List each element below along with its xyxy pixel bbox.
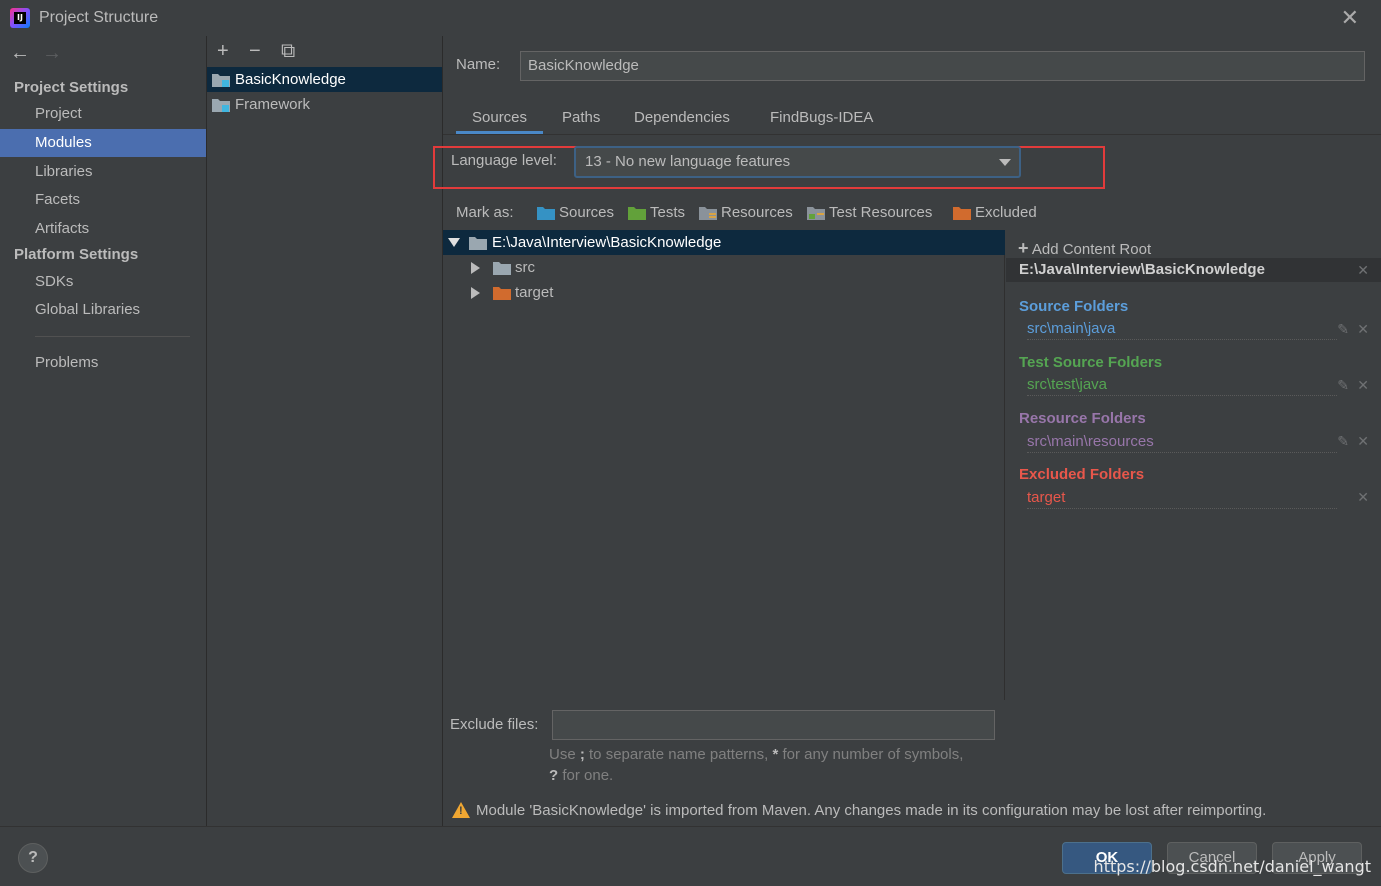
tab-findbugs[interactable]: FindBugs-IDEA bbox=[770, 106, 873, 134]
tree-label: src bbox=[515, 259, 535, 276]
module-label: BasicKnowledge bbox=[235, 71, 346, 88]
content-roots-panel: + Add Content Root E:\Java\Interview\Bas… bbox=[1006, 230, 1381, 790]
tree-row-target[interactable]: target bbox=[443, 280, 1005, 305]
edit-pencil-icon[interactable]: ✎ bbox=[1337, 377, 1349, 394]
sidebar-item-project[interactable]: Project bbox=[0, 100, 206, 128]
sidebar-item-modules[interactable]: Modules bbox=[0, 129, 206, 157]
tree-label: target bbox=[515, 284, 554, 301]
mark-as-label: Mark as: bbox=[456, 204, 514, 221]
excluded-folder-path[interactable]: target bbox=[1027, 489, 1337, 509]
module-item-basicknowledge[interactable]: BasicKnowledge bbox=[207, 67, 442, 92]
dialog-footer: ? OK Cancel Apply https://blog.csdn.net/… bbox=[0, 826, 1381, 886]
excluded-folder-icon bbox=[493, 287, 511, 300]
collapsed-arrow-icon[interactable] bbox=[471, 287, 480, 299]
back-arrow-icon[interactable]: ← bbox=[10, 42, 30, 64]
title-bar: IJ Project Structure ✕ bbox=[0, 0, 1381, 36]
intellij-logo-icon: IJ bbox=[10, 8, 30, 28]
tabs-divider bbox=[443, 134, 1381, 135]
forward-arrow-icon: → bbox=[42, 42, 62, 64]
folder-icon bbox=[493, 262, 511, 275]
module-list-panel: + − ⧉ BasicKnowledge Framework bbox=[207, 36, 443, 826]
test-resource-folder-icon bbox=[807, 207, 825, 220]
resource-folder-path[interactable]: src\main\resources bbox=[1027, 433, 1337, 453]
edit-pencil-icon[interactable]: ✎ bbox=[1337, 321, 1349, 338]
plus-icon: + bbox=[1018, 238, 1029, 258]
tab-paths[interactable]: Paths bbox=[562, 106, 600, 134]
resource-folders-header: Resource Folders bbox=[1019, 410, 1146, 427]
sidebar: ← → Project Settings Project Modules Libr… bbox=[0, 36, 207, 826]
exclude-files-input[interactable] bbox=[552, 710, 995, 740]
add-module-icon[interactable]: + bbox=[217, 40, 229, 63]
expanded-arrow-icon[interactable] bbox=[448, 238, 460, 247]
tab-dependencies[interactable]: Dependencies bbox=[634, 106, 730, 134]
edit-pencil-icon[interactable]: ✎ bbox=[1337, 433, 1349, 450]
mark-tests-button[interactable]: Tests bbox=[628, 204, 685, 221]
sidebar-item-facets[interactable]: Facets bbox=[0, 186, 206, 214]
test-folder-path[interactable]: src\test\java bbox=[1027, 376, 1337, 396]
mark-sources-button[interactable]: Sources bbox=[537, 204, 614, 221]
module-item-framework[interactable]: Framework bbox=[207, 92, 442, 117]
name-label: Name: bbox=[456, 56, 501, 73]
nav-arrows: ← → bbox=[10, 42, 62, 65]
source-folders-header: Source Folders bbox=[1019, 298, 1129, 315]
remove-folder-icon[interactable]: ✕ bbox=[1357, 377, 1369, 394]
close-icon[interactable]: ✕ bbox=[1341, 7, 1359, 29]
tab-sources[interactable]: Sources bbox=[455, 106, 544, 134]
mark-test-resources-button[interactable]: Test Resources bbox=[807, 204, 932, 221]
remove-folder-icon[interactable]: ✕ bbox=[1357, 433, 1369, 450]
mark-resources-button[interactable]: Resources bbox=[699, 204, 793, 221]
copy-module-icon[interactable]: ⧉ bbox=[281, 40, 295, 63]
tree-row-src[interactable]: src bbox=[443, 255, 1005, 280]
watermark-text: https://blog.csdn.net/daniel_wangt bbox=[1093, 857, 1371, 876]
sidebar-item-sdks[interactable]: SDKs bbox=[0, 268, 206, 296]
sidebar-item-artifacts[interactable]: Artifacts bbox=[0, 215, 206, 243]
remove-module-icon[interactable]: − bbox=[249, 40, 261, 63]
module-label: Framework bbox=[235, 96, 311, 113]
language-level-label: Language level: bbox=[451, 152, 557, 169]
test-folder-icon bbox=[628, 207, 646, 220]
language-level-dropdown[interactable]: 13 - No new language features bbox=[574, 146, 1021, 178]
resource-folder-icon bbox=[699, 207, 717, 220]
dropdown-caret-icon bbox=[999, 159, 1011, 166]
source-folder-path[interactable]: src\main\java bbox=[1027, 320, 1337, 340]
help-button[interactable]: ? bbox=[18, 843, 48, 873]
module-folder-icon bbox=[212, 74, 230, 87]
mark-excluded-button[interactable]: Excluded bbox=[953, 204, 1037, 221]
window-title: Project Structure bbox=[39, 9, 159, 26]
tree-row-root[interactable]: E:\Java\Interview\BasicKnowledge bbox=[443, 230, 1005, 255]
content-root-path: E:\Java\Interview\BasicKnowledge ✕ bbox=[1006, 258, 1381, 282]
sidebar-divider bbox=[35, 336, 190, 337]
module-folder-icon bbox=[212, 99, 230, 112]
warning-icon: ! bbox=[452, 802, 470, 818]
maven-warning: ! Module 'BasicKnowledge' is imported fro… bbox=[452, 799, 1266, 819]
sidebar-item-libraries[interactable]: Libraries bbox=[0, 158, 206, 186]
excluded-folder-icon bbox=[953, 207, 971, 220]
sidebar-item-global-libraries[interactable]: Global Libraries bbox=[0, 296, 206, 324]
add-content-root-button[interactable]: + Add Content Root bbox=[1018, 238, 1151, 259]
remove-root-icon[interactable]: ✕ bbox=[1357, 258, 1369, 282]
folder-tree: E:\Java\Interview\BasicKnowledge src tar… bbox=[443, 230, 1005, 700]
language-level-value: 13 - No new language features bbox=[585, 153, 791, 170]
excluded-folders-header: Excluded Folders bbox=[1019, 466, 1145, 483]
test-source-folders-header: Test Source Folders bbox=[1019, 354, 1163, 371]
remove-folder-icon[interactable]: ✕ bbox=[1357, 489, 1369, 506]
source-folder-icon bbox=[537, 207, 555, 220]
folder-icon bbox=[469, 237, 487, 250]
project-settings-header: Project Settings bbox=[14, 79, 129, 96]
remove-folder-icon[interactable]: ✕ bbox=[1357, 321, 1369, 338]
tree-label: E:\Java\Interview\BasicKnowledge bbox=[492, 234, 722, 251]
exclude-hint: Use ; to separate name patterns, * for a… bbox=[549, 746, 964, 784]
exclude-files-label: Exclude files: bbox=[450, 716, 539, 733]
module-name-input[interactable]: BasicKnowledge bbox=[520, 51, 1365, 81]
platform-settings-header: Platform Settings bbox=[14, 246, 139, 263]
sidebar-item-problems[interactable]: Problems bbox=[0, 349, 206, 377]
collapsed-arrow-icon[interactable] bbox=[471, 262, 480, 274]
module-settings-panel: Name: BasicKnowledge Sources Paths Depen… bbox=[433, 36, 1381, 826]
